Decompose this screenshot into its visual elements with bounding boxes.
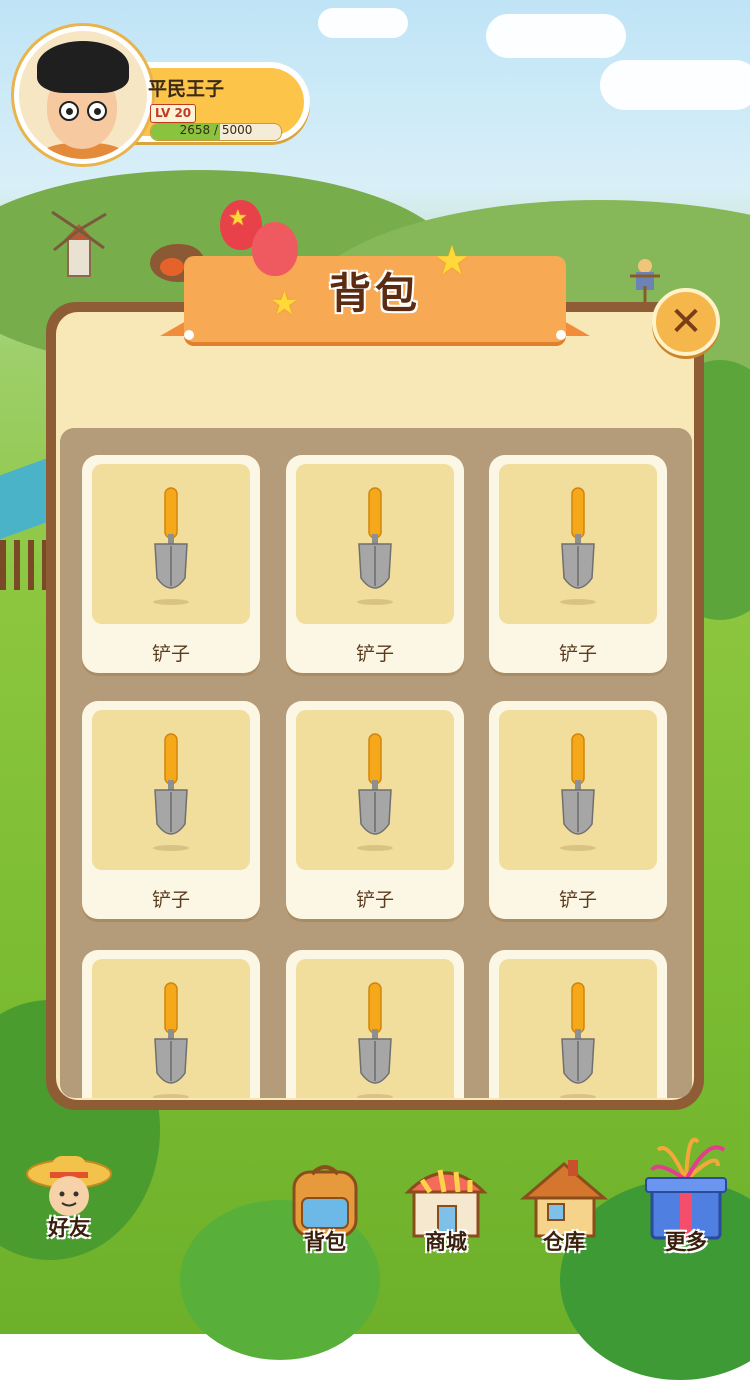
trowel-icon xyxy=(151,981,191,1098)
inventory-item[interactable] xyxy=(82,950,260,1098)
item-grid[interactable]: 铲子 铲子 铲子 铲子 铲子 铲子 xyxy=(60,428,692,1098)
inventory-item[interactable] xyxy=(489,950,667,1098)
trowel-icon xyxy=(355,732,395,852)
level-badge: LV 20 xyxy=(150,104,197,123)
nav-warehouse[interactable]: 仓库 xyxy=(518,1156,610,1256)
trowel-icon xyxy=(151,732,191,852)
xp-bar: 2658 / 5000 xyxy=(150,123,282,141)
nav-warehouse-label: 仓库 xyxy=(543,1230,585,1254)
inventory-item[interactable]: 铲子 xyxy=(489,701,667,919)
inventory-item[interactable] xyxy=(286,950,464,1098)
item-label: 铲子 xyxy=(355,889,394,911)
star-icon: ★ xyxy=(228,206,248,231)
item-image xyxy=(499,464,657,624)
star-icon: ★ xyxy=(270,284,299,322)
nav-shop-label: 商城 xyxy=(425,1230,467,1254)
trowel-icon xyxy=(558,486,598,606)
inventory-item[interactable]: 铲子 xyxy=(82,455,260,673)
dialog-title-ribbon: 背包 xyxy=(160,238,590,388)
item-image xyxy=(296,710,454,870)
close-button[interactable]: ✕ xyxy=(652,288,720,356)
item-image xyxy=(499,710,657,870)
windmill-decoration xyxy=(51,210,107,277)
scarecrow-decoration xyxy=(630,259,660,304)
item-label: 铲子 xyxy=(151,643,190,665)
nav-more-label: 更多 xyxy=(665,1230,707,1254)
item-image xyxy=(499,959,657,1098)
player-avatar[interactable] xyxy=(14,26,152,164)
trowel-icon xyxy=(558,981,598,1098)
nav-shop[interactable]: 商城 xyxy=(400,1160,492,1260)
nav-friends-label: 好友 xyxy=(48,1216,90,1240)
item-label: 铲子 xyxy=(355,643,394,665)
nav-backpack[interactable]: 背包 xyxy=(280,1160,370,1260)
trowel-icon xyxy=(355,486,395,606)
farmer-icon xyxy=(26,1156,112,1216)
item-image xyxy=(296,959,454,1098)
dialog-title: 背包 xyxy=(328,269,421,318)
inventory-item[interactable]: 铲子 xyxy=(286,701,464,919)
nav-backpack-label: 背包 xyxy=(304,1230,346,1254)
trowel-icon xyxy=(151,486,191,606)
item-image xyxy=(92,710,250,870)
gift-icon xyxy=(645,1137,727,1240)
nav-friends[interactable]: 好友 xyxy=(24,1150,114,1250)
player-name: 平民王子 xyxy=(148,78,225,100)
trowel-icon xyxy=(558,732,598,852)
star-icon: ★ xyxy=(434,238,470,284)
item-image xyxy=(92,959,250,1098)
item-label: 铲子 xyxy=(558,889,597,911)
inventory-item[interactable]: 铲子 xyxy=(489,455,667,673)
xp-text: 2658 / 5000 xyxy=(179,123,253,137)
item-label: 铲子 xyxy=(151,889,190,911)
item-label: 铲子 xyxy=(558,643,597,665)
inventory-item[interactable]: 铲子 xyxy=(286,455,464,673)
item-image xyxy=(92,464,250,624)
inventory-item[interactable]: 铲子 xyxy=(82,701,260,919)
item-image xyxy=(296,464,454,624)
trowel-icon xyxy=(355,981,395,1098)
balloon-decoration xyxy=(252,222,298,276)
nav-more[interactable]: 更多 xyxy=(638,1130,734,1256)
close-icon: ✕ xyxy=(669,299,703,345)
